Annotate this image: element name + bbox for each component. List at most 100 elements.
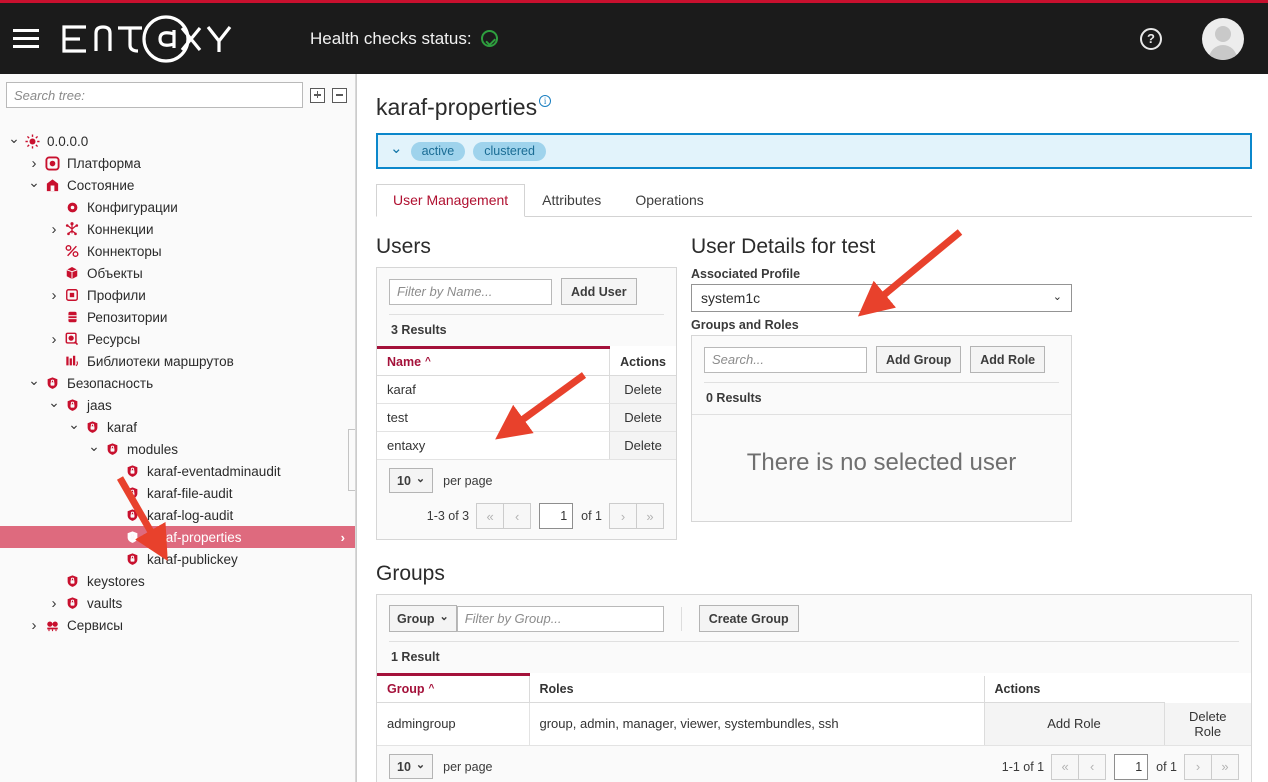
group-add-role-button[interactable]: Add Role (984, 703, 1164, 746)
users-page-input[interactable] (539, 503, 573, 529)
repository-icon (62, 310, 82, 324)
groups-last-page-button[interactable]: » (1211, 754, 1239, 780)
groups-page-input[interactable] (1114, 754, 1148, 780)
user-delete-button[interactable]: Delete (610, 376, 676, 404)
chevron-down-icon[interactable] (86, 441, 102, 458)
users-prev-page-button[interactable]: ‹ (503, 503, 531, 529)
shield-lock-icon (82, 420, 102, 434)
tree-item-[interactable]: Конфигурации (0, 196, 355, 218)
tree-item-[interactable]: Безопасность (0, 372, 355, 394)
tree-item-[interactable]: Репозитории (0, 306, 355, 328)
groups-next-page-button[interactable]: › (1184, 754, 1212, 780)
tree-item-jaas[interactable]: jaas (0, 394, 355, 416)
table-row[interactable]: test Delete (377, 404, 676, 432)
user-name-cell[interactable]: test (377, 404, 610, 432)
chevron-down-icon[interactable] (6, 133, 22, 150)
groups-column-group[interactable]: Group^ (377, 675, 529, 703)
chevron-down-icon[interactable] (26, 177, 42, 194)
tree-item-[interactable]: Коннекции (0, 218, 355, 240)
groups-section: Groups Group ⌄ Create Group 1 Result Gro… (376, 562, 1252, 782)
chevron-down-icon[interactable] (66, 419, 82, 436)
table-row[interactable]: admingroup group, admin, manager, viewer… (377, 703, 1251, 746)
tree-item-[interactable]: Библиотеки маршрутов (0, 350, 355, 372)
chevron-right-icon[interactable] (26, 617, 42, 634)
create-group-button[interactable]: Create Group (699, 605, 799, 632)
tree-item-karaf-publickey[interactable]: karaf-publickey (0, 548, 355, 570)
chevron-right-icon[interactable]: › (341, 530, 345, 545)
tab-user-management[interactable]: User Management (376, 184, 525, 217)
tree-item-[interactable]: Коннекторы (0, 240, 355, 262)
tree-scrollbar-thumb[interactable] (348, 429, 356, 491)
groups-column-group-label: Group (387, 682, 425, 696)
associated-profile-select[interactable]: system1c ⌄ (691, 284, 1072, 312)
info-icon[interactable]: i (539, 95, 551, 107)
user-name-cell[interactable]: entaxy (377, 432, 610, 460)
table-row[interactable]: entaxy Delete (377, 432, 676, 460)
tree-item-vaults[interactable]: vaults (0, 592, 355, 614)
tree-item-karaf-eventadminaudit[interactable]: karaf-eventadminaudit (0, 460, 355, 482)
users-per-page-value: 10 (397, 474, 411, 488)
tree-item-karaf[interactable]: karaf (0, 416, 355, 438)
tree-item-karaf-file-audit[interactable]: karaf-file-audit (0, 482, 355, 504)
connectors-icon (62, 244, 82, 258)
add-user-button[interactable]: Add User (561, 278, 637, 305)
tree-item-[interactable]: Сервисы (0, 614, 355, 636)
associated-profile-value: system1c (701, 290, 760, 306)
users-heading: Users (376, 235, 677, 259)
tree-item-karaf-log-audit[interactable]: karaf-log-audit (0, 504, 355, 526)
tab-attributes[interactable]: Attributes (525, 184, 618, 217)
groups-first-page-button[interactable]: « (1051, 754, 1079, 780)
collapse-all-icon[interactable] (332, 88, 347, 103)
users-last-page-button[interactable]: » (636, 503, 664, 529)
navigation-tree: 0.0.0.0ПлатформаСостояниеКонфигурацииКон… (0, 130, 355, 636)
users-next-page-button[interactable]: › (609, 503, 637, 529)
tree-item-karaf-properties[interactable]: karaf-properties› (0, 526, 355, 548)
chevron-right-icon[interactable] (46, 221, 62, 238)
shield-lock-icon (122, 552, 142, 566)
group-delete-role-button[interactable]: Delete Role (1164, 703, 1251, 746)
tree-search-input[interactable] (6, 82, 303, 108)
chevron-down-icon[interactable] (26, 375, 42, 392)
chevron-right-icon[interactable] (46, 595, 62, 612)
groups-filter-input[interactable] (457, 606, 664, 632)
chevron-right-icon[interactable] (46, 331, 62, 348)
expand-all-icon[interactable] (310, 88, 325, 103)
chevron-down-icon[interactable] (46, 397, 62, 414)
tree-item-label: karaf-publickey (147, 552, 238, 567)
chevron-right-icon[interactable] (26, 155, 42, 172)
sidebar-tree-panel: 0.0.0.0ПлатформаСостояниеКонфигурацииКон… (0, 74, 356, 782)
tree-item-keystores[interactable]: keystores (0, 570, 355, 592)
hamburger-menu-icon[interactable] (10, 24, 42, 54)
chevron-right-icon[interactable] (46, 287, 62, 304)
tree-item-label: Библиотеки маршрутов (87, 354, 234, 369)
tree-item-[interactable]: Платформа (0, 152, 355, 174)
tree-item-0-0-0-0[interactable]: 0.0.0.0 (0, 130, 355, 152)
tree-item-[interactable]: Профили (0, 284, 355, 306)
tree-item-[interactable]: Состояние (0, 174, 355, 196)
groups-prev-page-button[interactable]: ‹ (1078, 754, 1106, 780)
groups-scope-value: Group (397, 612, 435, 626)
groups-per-page-select[interactable]: 10 ⌄ (389, 754, 433, 779)
groups-roles-search-input[interactable] (704, 347, 867, 373)
user-avatar-icon[interactable] (1202, 18, 1244, 60)
chevron-down-icon[interactable]: ⌄ (390, 139, 403, 157)
status-alert-box: ⌄ active clustered (376, 133, 1252, 169)
users-filter-input[interactable] (389, 279, 552, 305)
users-first-page-button[interactable]: « (476, 503, 504, 529)
help-icon[interactable]: ? (1140, 28, 1162, 50)
user-delete-button[interactable]: Delete (610, 432, 676, 460)
add-group-button[interactable]: Add Group (876, 346, 961, 373)
user-delete-button[interactable]: Delete (610, 404, 676, 432)
users-toolbar: Add User (377, 268, 676, 305)
users-per-page-select[interactable]: 10 ⌄ (389, 468, 433, 493)
tab-operations[interactable]: Operations (618, 184, 720, 217)
user-name-cell[interactable]: karaf (377, 376, 610, 404)
tree-item-modules[interactable]: modules (0, 438, 355, 460)
tree-item-[interactable]: Объекты (0, 262, 355, 284)
groups-scope-select[interactable]: Group ⌄ (389, 605, 457, 632)
add-role-button[interactable]: Add Role (970, 346, 1045, 373)
tree-item-[interactable]: Ресурсы (0, 328, 355, 350)
users-column-name[interactable]: Name^ (377, 348, 610, 376)
table-row[interactable]: karaf Delete (377, 376, 676, 404)
groups-panel: Group ⌄ Create Group 1 Result Group^ Rol… (376, 594, 1252, 782)
